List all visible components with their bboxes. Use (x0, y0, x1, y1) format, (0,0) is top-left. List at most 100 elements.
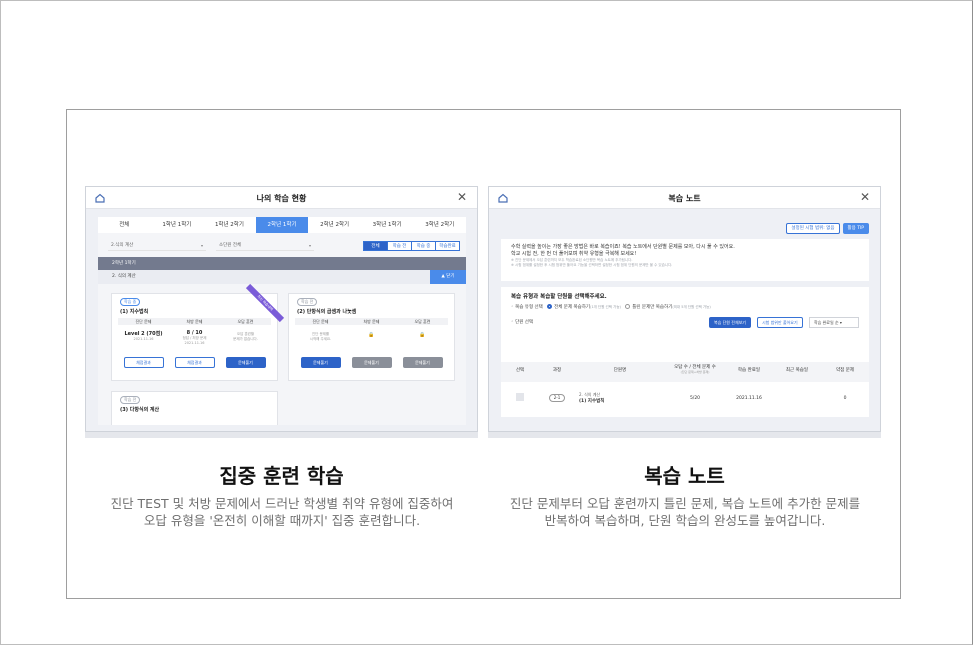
unit-bar: 2. 식의 계산 ▲ 닫기 (98, 270, 466, 284)
right-caption-desc: 진단 문제부터 오답 훈련까지 틀린 문제, 복습 노트에 추가한 문제를 반복… (475, 495, 895, 529)
col-prescription: 처방 문제 (186, 319, 203, 324)
diagnosis-level: Level 2 (70점) (124, 331, 163, 337)
card-title: (2) 단항식의 곱셈과 나눗셈 (297, 309, 357, 315)
table-row[interactable]: 2-1 2. 식의 계산 (1) 지수법칙 5/20 2021.11.16 0 (501, 384, 869, 412)
th-unit: 단원명 (613, 368, 627, 373)
subunit-card: 학습 전 (2) 단항식의 곱셈과 나눗셈 진단 문제 처방 문제 오답 훈련 … (288, 293, 455, 381)
radio-wrong-note: (최대 5개 단원 선택 가능) (672, 305, 711, 309)
intro-note-2: ※ 시험 범위를 설정한 후 시험 범위만 풀어요 기능을 선택하면 설정한 시… (511, 263, 673, 267)
radio-wrong-label: 틀린 문제만 복습하기 (632, 305, 673, 310)
view-all-units-button[interactable]: 복습 단원 전체보기 (709, 317, 751, 328)
close-icon[interactable]: ✕ (457, 190, 467, 204)
radio-all-label: 전체 문제 복습하기 (554, 305, 591, 310)
left-desc-line-2: 오답 유형을 '온전히 이해할 때까지' 집중 훈련합니다. (143, 513, 421, 528)
card-title: (3) 다항식의 계산 (120, 407, 160, 413)
window-title: 나의 학습 현황 (256, 194, 307, 203)
subunit-select[interactable]: 소단원 전체 ▾ (216, 241, 314, 251)
th-ratio-sub: (진단 문제+처방 문제) (680, 370, 710, 374)
prescription-result-button[interactable]: 채점결과 (174, 357, 215, 368)
intro-line-2: 학교 시험 전, 한 번 더 풀어보며 취약 유형을 극복해 보세요! (511, 251, 637, 257)
unit-bar-label: 2. 식의 계산 (112, 274, 136, 279)
radio-all[interactable] (547, 304, 553, 309)
col-diagnosis: 진단 문제 (312, 319, 329, 324)
locked-solve-button: 문제풀기 (402, 357, 443, 368)
card-values: Level 2 (70점) 2021.11.16 8 / 10 정답 / 처방 … (118, 326, 271, 346)
status-badge: 학습 전 (120, 396, 141, 404)
subunit-card: 학습 중 (1) 지수법칙 최신 학습내역 진단 문제 처방 문제 오답 훈련 … (111, 283, 285, 381)
tab-2-1[interactable]: 2학년 1학기 (255, 217, 309, 233)
close-icon[interactable]: ✕ (860, 190, 870, 204)
panel-shadow (488, 432, 881, 438)
filter-all[interactable]: 전체 (363, 241, 388, 251)
right-desc-line-2: 반복하여 복습하며, 단원 학습의 완성도를 높여갑니다. (544, 513, 826, 528)
chevron-down-icon: ▾ (308, 243, 311, 248)
prescription-date: 2021.11.16 (184, 341, 205, 345)
card-buttons: 채점결과 채점결과 문제풀기 (118, 357, 271, 368)
radio-all-note: (1개 단원 선택 가능) (590, 305, 621, 309)
right-caption-title: 복습 노트 (644, 464, 725, 488)
fold-button[interactable]: ▲ 닫기 (430, 270, 466, 284)
unit-choice-label: ◦ 단원 선택 (511, 320, 534, 325)
radio-row: ◦ 복습 유형 선택 전체 문제 복습하기(1개 단원 선택 가능) 틀린 문제… (511, 304, 859, 311)
chevron-down-icon: ▾ (200, 243, 203, 248)
intro-line-1: 수학 실력을 높이는 가장 좋은 방법은 바로 복습이죠! 복습 노트에서 단원… (511, 244, 735, 250)
radio-label: 복습 유형 선택 (515, 305, 543, 310)
radio-wrong[interactable] (625, 304, 631, 309)
tip-button[interactable]: 활용 TIP (842, 223, 869, 234)
col-diagnosis: 진단 문제 (135, 319, 152, 324)
tab-3-1[interactable]: 3학년 1학기 (361, 217, 414, 233)
exam-range-button[interactable]: 시험 범위만 풀어요기 (757, 317, 803, 328)
th-completed: 학습 완료일 (737, 368, 761, 373)
completed-cell: 2021.11.16 (736, 395, 762, 401)
review-note-body: 설정된 시험 범위: 없음 활용 TIP 수학 실력을 높이는 가장 좋은 방법… (501, 217, 869, 427)
th-course: 과정 (552, 368, 562, 373)
unit-select-value: 2.식의 계산 (111, 243, 134, 248)
top-buttons: 설정된 시험 범위: 없음 활용 TIP (786, 223, 869, 234)
filter-done[interactable]: 학습완료 (435, 241, 460, 251)
card-values: 진단 문제를 시작해 주세요. 🔒 🔒 (295, 326, 448, 342)
status-badge: 학습 전 (297, 298, 318, 306)
chevron-down-icon: ▾ (839, 320, 842, 325)
semester-tabs: 전체 1학년 1학기 1학년 2학기 2학년 1학기 2학년 2학기 3학년 1… (98, 217, 466, 233)
exam-scope-button[interactable]: 설정된 시험 범위: 없음 (786, 223, 840, 234)
review-table: 선택 과정 단원명 오답 수 / 전체 문제 수 (진단 문제+처방 문제) 학… (501, 362, 869, 417)
semester-bar: 2학년 1학기 (98, 257, 466, 270)
lock-icon: 🔒 (419, 332, 426, 338)
tab-2-2[interactable]: 2학년 2학기 (308, 217, 361, 233)
unit-sub: (1) 지수법칙 (579, 399, 605, 404)
col-prescription: 처방 문제 (363, 319, 380, 324)
sort-select[interactable]: 학습 완료일 순 ▾ (809, 317, 859, 328)
diagnosis-result-button[interactable]: 채점결과 (123, 357, 164, 368)
row-checkbox[interactable] (516, 393, 524, 401)
tab-all[interactable]: 전체 (98, 217, 151, 233)
sort-select-value: 학습 완료일 순 (814, 320, 839, 325)
latest-ribbon: 최신 학습내역 (245, 283, 285, 323)
training-note-2: 문제가 없습니다. (233, 337, 258, 341)
weak-cell: 0 (843, 395, 847, 401)
status-filter: 전체 학습 전 학습 중 학습완료 (363, 241, 460, 251)
panel-shadow (85, 432, 478, 438)
review-note-window: 복습 노트 ✕ 설정된 시험 범위: 없음 활용 TIP 수학 실력을 높이는 … (488, 186, 881, 432)
filter-before[interactable]: 학습 전 (387, 241, 412, 251)
subunit-select-value: 소단원 전체 (219, 243, 242, 248)
ratio-cell: 5/20 (689, 395, 701, 401)
unit-select[interactable]: 2.식의 계산 ▾ (108, 241, 206, 251)
diagnosis-solve-button[interactable]: 문제풀기 (300, 357, 341, 368)
tab-1-1[interactable]: 1학년 1학기 (151, 217, 204, 233)
col-training: 오답 훈련 (237, 319, 254, 324)
card-column-headers: 진단 문제 처방 문제 오답 훈련 (118, 318, 271, 325)
intro-box: 수학 실력을 높이는 가장 좋은 방법은 바로 복습이죠! 복습 노트에서 단원… (501, 239, 869, 281)
filter-in-progress[interactable]: 학습 중 (411, 241, 436, 251)
tab-1-2[interactable]: 1학년 2학기 (203, 217, 256, 233)
review-question: 복습 유형과 복습할 단원을 선택해주세요. (511, 294, 607, 300)
tab-3-2[interactable]: 3학년 2학기 (413, 217, 466, 233)
status-badge: 학습 중 (120, 298, 141, 306)
learning-status-window: 나의 학습 현황 ✕ 전체 1학년 1학기 1학년 2학기 2학년 1학기 2학… (85, 186, 478, 432)
radio-group-label: ◦ 복습 유형 선택 (511, 305, 543, 310)
window-title: 복습 노트 (668, 194, 701, 203)
locked-solve-button: 문제풀기 (351, 357, 392, 368)
course-badge: 2-1 (548, 394, 566, 402)
window-header: 복습 노트 ✕ (489, 187, 880, 209)
unit-choice-text: 단원 선택 (515, 320, 534, 325)
training-solve-button[interactable]: 문제풀기 (225, 357, 266, 368)
